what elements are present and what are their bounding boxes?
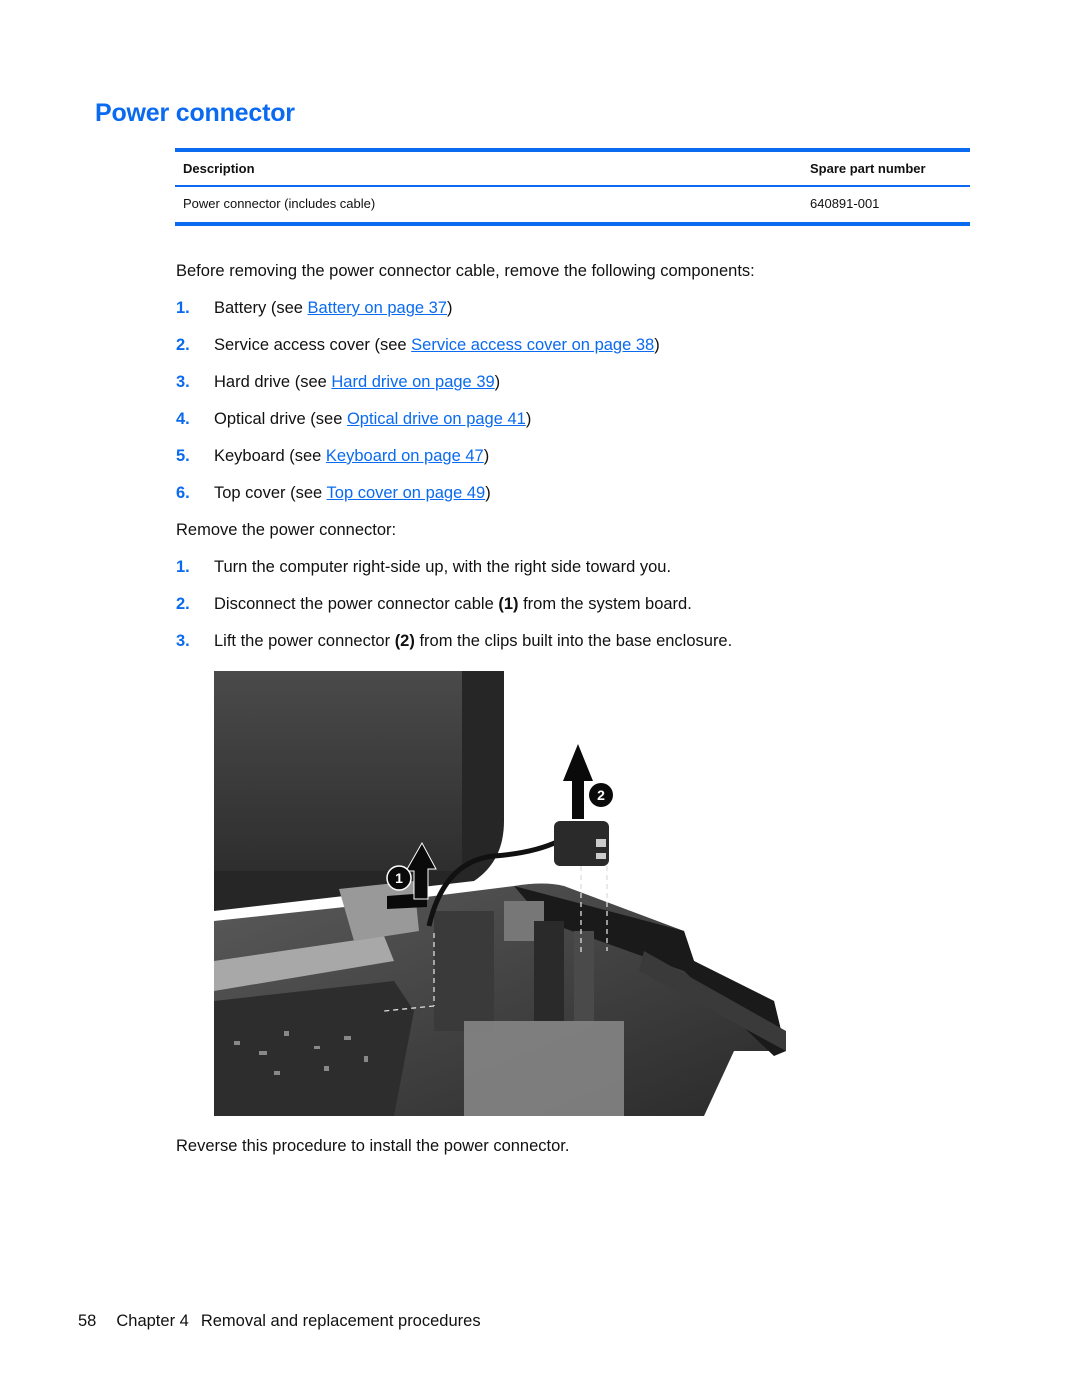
step-text: ) xyxy=(483,447,490,465)
cell-part-number: 640891-001 xyxy=(802,186,970,226)
step-text: Disconnect the power connector cable xyxy=(214,595,499,613)
step-text: Lift the power connector xyxy=(214,632,395,650)
prereq-item: 1. Battery (see Battery on page 37) xyxy=(176,299,452,318)
step-text: ) xyxy=(494,373,501,391)
step-number: 3. xyxy=(176,632,190,650)
link-keyboard[interactable]: Keyboard on page 47 xyxy=(326,447,484,465)
prereq-item: 6. Top cover (see Top cover on page 49) xyxy=(176,484,491,503)
step-number: 2. xyxy=(176,595,190,613)
cell-description: Power connector (includes cable) xyxy=(175,186,802,226)
step-number: 1. xyxy=(176,558,190,576)
spare-parts-table: Description Spare part number Power conn… xyxy=(175,148,970,226)
step-text: Battery (see xyxy=(214,299,308,317)
step-text: Top cover (see xyxy=(214,484,327,502)
step-number: 2. xyxy=(176,336,190,354)
link-service-access-cover[interactable]: Service access cover on page 38 xyxy=(411,336,654,354)
link-battery[interactable]: Battery on page 37 xyxy=(308,299,447,317)
chapter-title: Removal and replacement procedures xyxy=(200,1312,481,1330)
prereq-item: 2. Service access cover (see Service acc… xyxy=(176,336,660,355)
step-text: ) xyxy=(446,299,453,317)
table-row: Power connector (includes cable) 640891-… xyxy=(175,186,970,226)
link-optical-drive[interactable]: Optical drive on page 41 xyxy=(347,410,526,428)
chapter-label: Chapter 4 xyxy=(116,1312,189,1330)
removal-step: 3. Lift the power connector (2) from the… xyxy=(176,632,732,651)
header-description: Description xyxy=(175,150,802,187)
arrow-2-icon xyxy=(563,744,593,819)
removal-step: 2. Disconnect the power connector cable … xyxy=(176,595,692,614)
step-text: Optical drive (see xyxy=(214,410,347,428)
table-header-row: Description Spare part number xyxy=(175,150,970,187)
step-text: ) xyxy=(485,484,491,502)
callout-ref: (2) xyxy=(394,632,415,650)
callout-2-label: 2 xyxy=(597,787,605,803)
display-screen xyxy=(214,671,462,871)
power-connector-figure: 1 2 xyxy=(214,671,786,1116)
step-text: Hard drive (see xyxy=(214,373,332,391)
step-number: 4. xyxy=(176,410,190,428)
page-number: 58 xyxy=(78,1312,97,1330)
prereq-item: 4. Optical drive (see Optical drive on p… xyxy=(176,410,531,429)
prereq-intro: Before removing the power connector cabl… xyxy=(176,262,755,280)
step-text: from the system board. xyxy=(518,595,692,613)
step-text: Turn the computer right-side up, with th… xyxy=(214,558,672,576)
step-text: ) xyxy=(654,336,660,354)
step-number: 3. xyxy=(176,373,190,391)
prereq-item: 3. Hard drive (see Hard drive on page 39… xyxy=(176,373,500,392)
callout-1-label: 1 xyxy=(395,870,403,886)
header-spare-part-number: Spare part number xyxy=(802,150,970,187)
step-text: Keyboard (see xyxy=(214,447,326,465)
page-title: Power connector xyxy=(95,99,295,127)
link-hard-drive[interactable]: Hard drive on page 39 xyxy=(331,373,494,391)
step-text: Service access cover (see xyxy=(214,336,412,354)
step-number: 5. xyxy=(176,447,190,465)
page-footer: 58 Chapter 4 Removal and replacement pro… xyxy=(78,1312,481,1331)
step-text: from the clips built into the base enclo… xyxy=(414,632,733,650)
prereq-item: 5. Keyboard (see Keyboard on page 47) xyxy=(176,447,489,466)
link-top-cover[interactable]: Top cover on page 49 xyxy=(327,484,486,502)
removal-step: 1. Turn the computer right-side up, with… xyxy=(176,558,671,577)
removal-intro: Remove the power connector: xyxy=(176,521,397,539)
step-number: 6. xyxy=(176,484,190,502)
closing-text: Reverse this procedure to install the po… xyxy=(176,1137,570,1155)
step-text: ) xyxy=(525,410,532,428)
step-number: 1. xyxy=(176,299,190,317)
callout-ref: (1) xyxy=(498,595,519,613)
